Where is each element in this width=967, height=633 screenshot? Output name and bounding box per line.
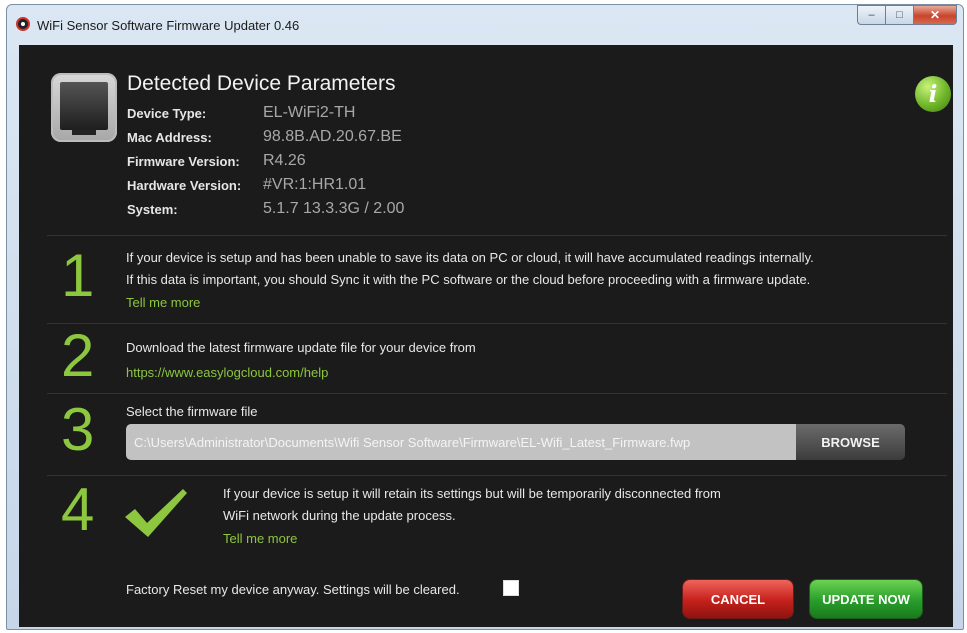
title-bar[interactable]: WiFi Sensor Software Firmware Updater 0.…	[7, 5, 963, 41]
cancel-button[interactable]: CANCEL	[683, 580, 793, 618]
param-value: 5.1.7 13.3.3G / 2.00	[263, 200, 405, 217]
step-1-tell-me-more-link[interactable]: Tell me more	[126, 295, 200, 310]
step-2-download-link[interactable]: https://www.easylogcloud.com/help	[126, 365, 328, 380]
step-2-text: Download the latest firmware update file…	[126, 340, 476, 355]
divider	[47, 235, 947, 236]
factory-reset-label: Factory Reset my device anyway. Settings…	[126, 582, 460, 597]
step-3-number: 3	[61, 396, 95, 463]
step-1-text-line1: If your device is setup and has been una…	[126, 250, 814, 265]
param-label: System:	[127, 202, 178, 217]
window-controls: ‒ □ ✕	[857, 5, 957, 26]
app-window: WiFi Sensor Software Firmware Updater 0.…	[6, 4, 964, 630]
step-4-number: 4	[61, 476, 95, 543]
step-1-number: 1	[61, 242, 95, 309]
param-label: Hardware Version:	[127, 178, 242, 193]
step-4-text-line1: If your device is setup it will retain i…	[223, 486, 721, 501]
info-icon[interactable]: i	[915, 76, 951, 112]
checkmark-icon	[125, 489, 187, 537]
window-title: WiFi Sensor Software Firmware Updater 0.…	[37, 18, 300, 33]
param-value: #VR:1:HR1.01	[263, 176, 367, 193]
param-label: Device Type:	[127, 106, 207, 121]
maximize-button[interactable]: □	[885, 5, 913, 25]
step-4-tell-me-more-link[interactable]: Tell me more	[223, 531, 297, 546]
update-now-button[interactable]: UPDATE NOW	[810, 580, 922, 618]
divider	[47, 393, 947, 394]
app-icon	[16, 17, 30, 31]
param-value: R4.26	[263, 152, 306, 169]
divider	[47, 323, 947, 324]
param-value: EL-WiFi2-TH	[263, 104, 356, 121]
divider	[47, 475, 947, 476]
browse-button[interactable]: BROWSE	[796, 424, 905, 460]
device-params-title: Detected Device Parameters	[127, 72, 396, 95]
param-value: 98.8B.AD.20.67.BE	[263, 128, 402, 145]
updater-panel: Detected Device Parameters Device Type: …	[19, 45, 953, 627]
minimize-button[interactable]: ‒	[857, 5, 885, 25]
param-label: Firmware Version:	[127, 154, 240, 169]
step-2-number: 2	[61, 322, 95, 389]
step-1-text-line2: If this data is important, you should Sy…	[126, 272, 811, 287]
device-icon	[51, 73, 117, 142]
firmware-file-path-input[interactable]: C:\Users\Administrator\Documents\Wifi Se…	[126, 424, 796, 460]
param-label: Mac Address:	[127, 130, 212, 145]
step-4-text-line2: WiFi network during the update process.	[223, 508, 456, 523]
close-button[interactable]: ✕	[913, 5, 957, 25]
factory-reset-checkbox[interactable]	[503, 580, 519, 596]
step-3-label: Select the firmware file	[126, 404, 258, 419]
